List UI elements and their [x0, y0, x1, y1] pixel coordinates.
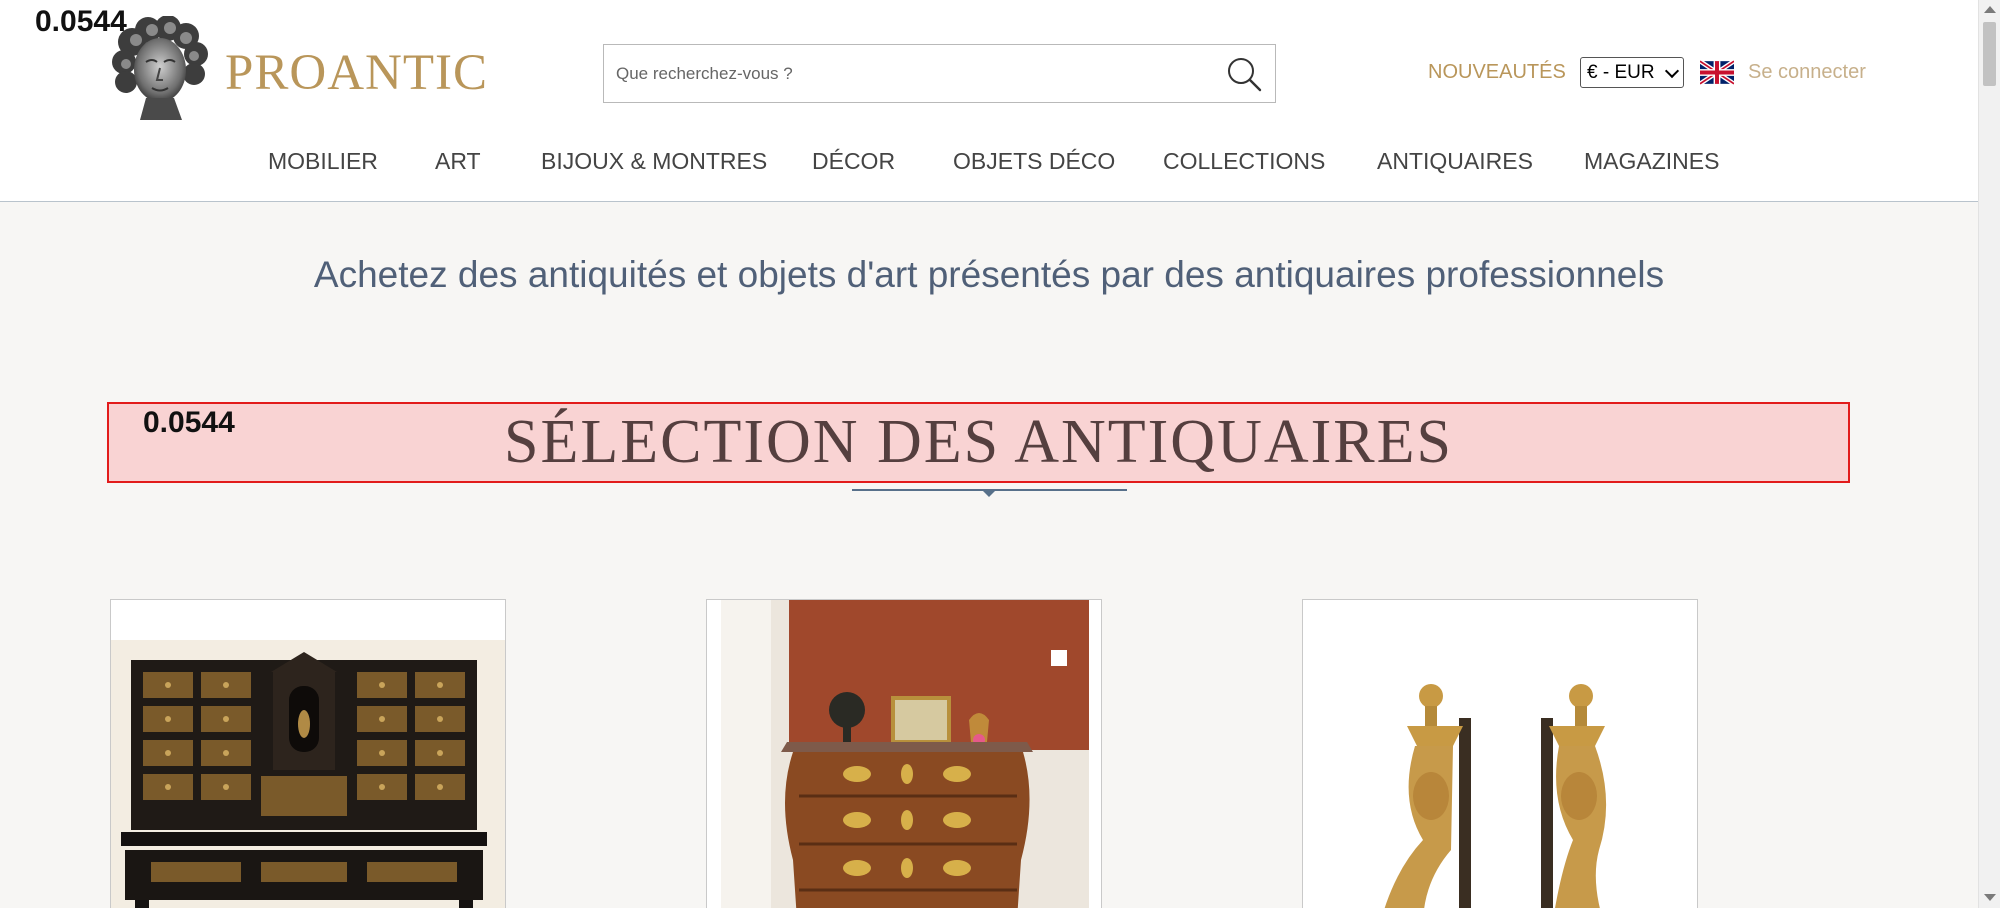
brand-logo-text[interactable]: PROANTIC: [225, 44, 488, 102]
product-card-cabinet[interactable]: [110, 599, 506, 908]
tagline: Achetez des antiquités et objets d'art p…: [313, 254, 1665, 295]
scroll-down-icon[interactable]: [1984, 894, 1996, 901]
search-bar: [603, 44, 1276, 103]
nav-item-art[interactable]: ART: [435, 148, 481, 175]
product-card-chenets[interactable]: [1302, 599, 1698, 908]
currency-select[interactable]: € - EUR: [1580, 57, 1684, 88]
nav-item-objets-deco[interactable]: OBJETS DÉCO: [953, 148, 1115, 175]
section-title: SÉLECTION DES ANTIQUAIRES: [504, 408, 1453, 476]
scroll-up-icon[interactable]: [1984, 6, 1996, 13]
nav-item-antiquaires[interactable]: ANTIQUAIRES: [1377, 148, 1533, 175]
nav-item-mobilier[interactable]: MOBILIER: [268, 148, 378, 175]
nav-item-decor[interactable]: DÉCOR: [812, 148, 895, 175]
commode-image: [707, 600, 1101, 908]
nouveautes-link[interactable]: NOUVEAUTÉS: [1428, 61, 1566, 84]
divider-arrow-icon: [982, 490, 996, 497]
search-icon[interactable]: [1225, 55, 1263, 93]
section-title-highlight: SÉLECTION DES ANTIQUAIRES: [107, 402, 1850, 483]
debug-score-label: 0.0544: [35, 5, 127, 38]
search-input[interactable]: [616, 45, 1196, 102]
debug-score-label-2: 0.0544: [143, 406, 235, 439]
cabinet-image: [111, 600, 505, 908]
nav-item-magazines[interactable]: MAGAZINES: [1584, 148, 1719, 175]
product-card-commode[interactable]: [706, 599, 1102, 908]
chenets-image: [1303, 600, 1697, 908]
nav-item-collections[interactable]: COLLECTIONS: [1163, 148, 1325, 175]
login-link[interactable]: Se connecter: [1748, 61, 1866, 84]
page-scrollbar[interactable]: [1978, 0, 2000, 908]
uk-flag-icon[interactable]: [1698, 59, 1736, 86]
currency-value: € - EUR: [1587, 62, 1655, 83]
scroll-thumb[interactable]: [1983, 22, 1996, 86]
site-header: 0.0544 PROANTIC Que recherchez-vous ? NO…: [0, 0, 1978, 202]
chevron-down-icon: [1664, 63, 1680, 79]
nav-item-bijoux-montres[interactable]: BIJOUX & MONTRES: [541, 148, 767, 175]
main-nav: MOBILIER ART BIJOUX & MONTRES DÉCOR OBJE…: [0, 148, 1978, 184]
